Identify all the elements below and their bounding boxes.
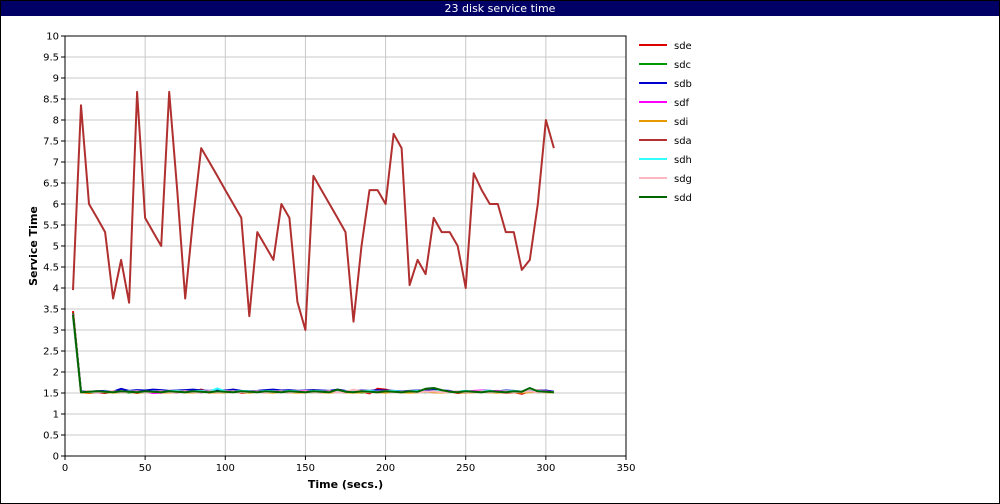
y-tick-label: 8 — [53, 116, 59, 127]
y-tick-label: 4 — [53, 284, 59, 295]
y-tick-label: 3.5 — [43, 305, 59, 316]
chart-window: 23 disk service time 0 50 100 150 200 250 300 3… — [0, 0, 1000, 504]
x-axis-label: Time (secs.) — [308, 478, 383, 491]
y-tick-label: 6 — [53, 200, 59, 211]
y-tick-label: 7.5 — [43, 137, 59, 148]
y-tick-label: 7 — [53, 158, 59, 169]
legend-label-sdb: sdb — [674, 79, 692, 90]
y-tick-label: 1 — [53, 410, 59, 421]
y-tick-label: 2.5 — [43, 347, 59, 358]
legend-label-sdh: sdh — [674, 155, 692, 166]
legend-label-sdc: sdc — [674, 60, 691, 71]
y-tick-label: 8.5 — [43, 95, 59, 106]
y-tick-label: 0.5 — [43, 431, 59, 442]
legend-label-sda: sda — [674, 136, 692, 147]
y-tick-label: 2 — [53, 368, 59, 379]
y-tick-label: 3 — [53, 326, 59, 337]
y-axis-ticks: 0 0.5 1 1.5 2 2.5 3 3.5 4 4.5 5 5.5 6 6.5 7 7.5 8 8.5 9 9.5… — [43, 32, 65, 463]
legend-label-sde: sde — [674, 41, 692, 52]
legend: sde sdc sdb sdf sdi sda sdh sdg sdd — [639, 41, 692, 204]
x-tick-label: 100 — [216, 463, 235, 474]
y-tick-label: 4.5 — [43, 263, 59, 274]
x-tick-label: 0 — [62, 463, 68, 474]
legend-label-sdd: sdd — [674, 193, 692, 204]
y-axis-label: Service Time — [27, 206, 40, 286]
y-tick-label: 9 — [53, 74, 59, 85]
y-tick-label: 6.5 — [43, 179, 59, 190]
y-tick-label: 5 — [53, 242, 59, 253]
x-tick-label: 200 — [376, 463, 395, 474]
y-tick-label: 0 — [53, 452, 59, 463]
x-tick-label: 350 — [616, 463, 635, 474]
legend-label-sdg: sdg — [674, 174, 692, 185]
x-tick-label: 300 — [536, 463, 555, 474]
y-tick-label: 1.5 — [43, 389, 59, 400]
x-tick-label: 250 — [456, 463, 475, 474]
line-chart: 0 50 100 150 200 250 300 350 0 0.5 1 1.5 2 2.5 3 3.5 4 4… — [27, 32, 692, 492]
x-axis-ticks: 0 50 100 150 200 250 300 350 — [62, 456, 636, 474]
y-tick-label: 5.5 — [43, 221, 59, 232]
legend-label-sdf: sdf — [674, 98, 690, 109]
x-tick-label: 150 — [296, 463, 315, 474]
y-tick-label: 10 — [46, 32, 59, 43]
y-tick-label: 9.5 — [43, 53, 59, 64]
x-tick-label: 50 — [139, 463, 152, 474]
legend-label-sdi: sdi — [674, 117, 688, 128]
